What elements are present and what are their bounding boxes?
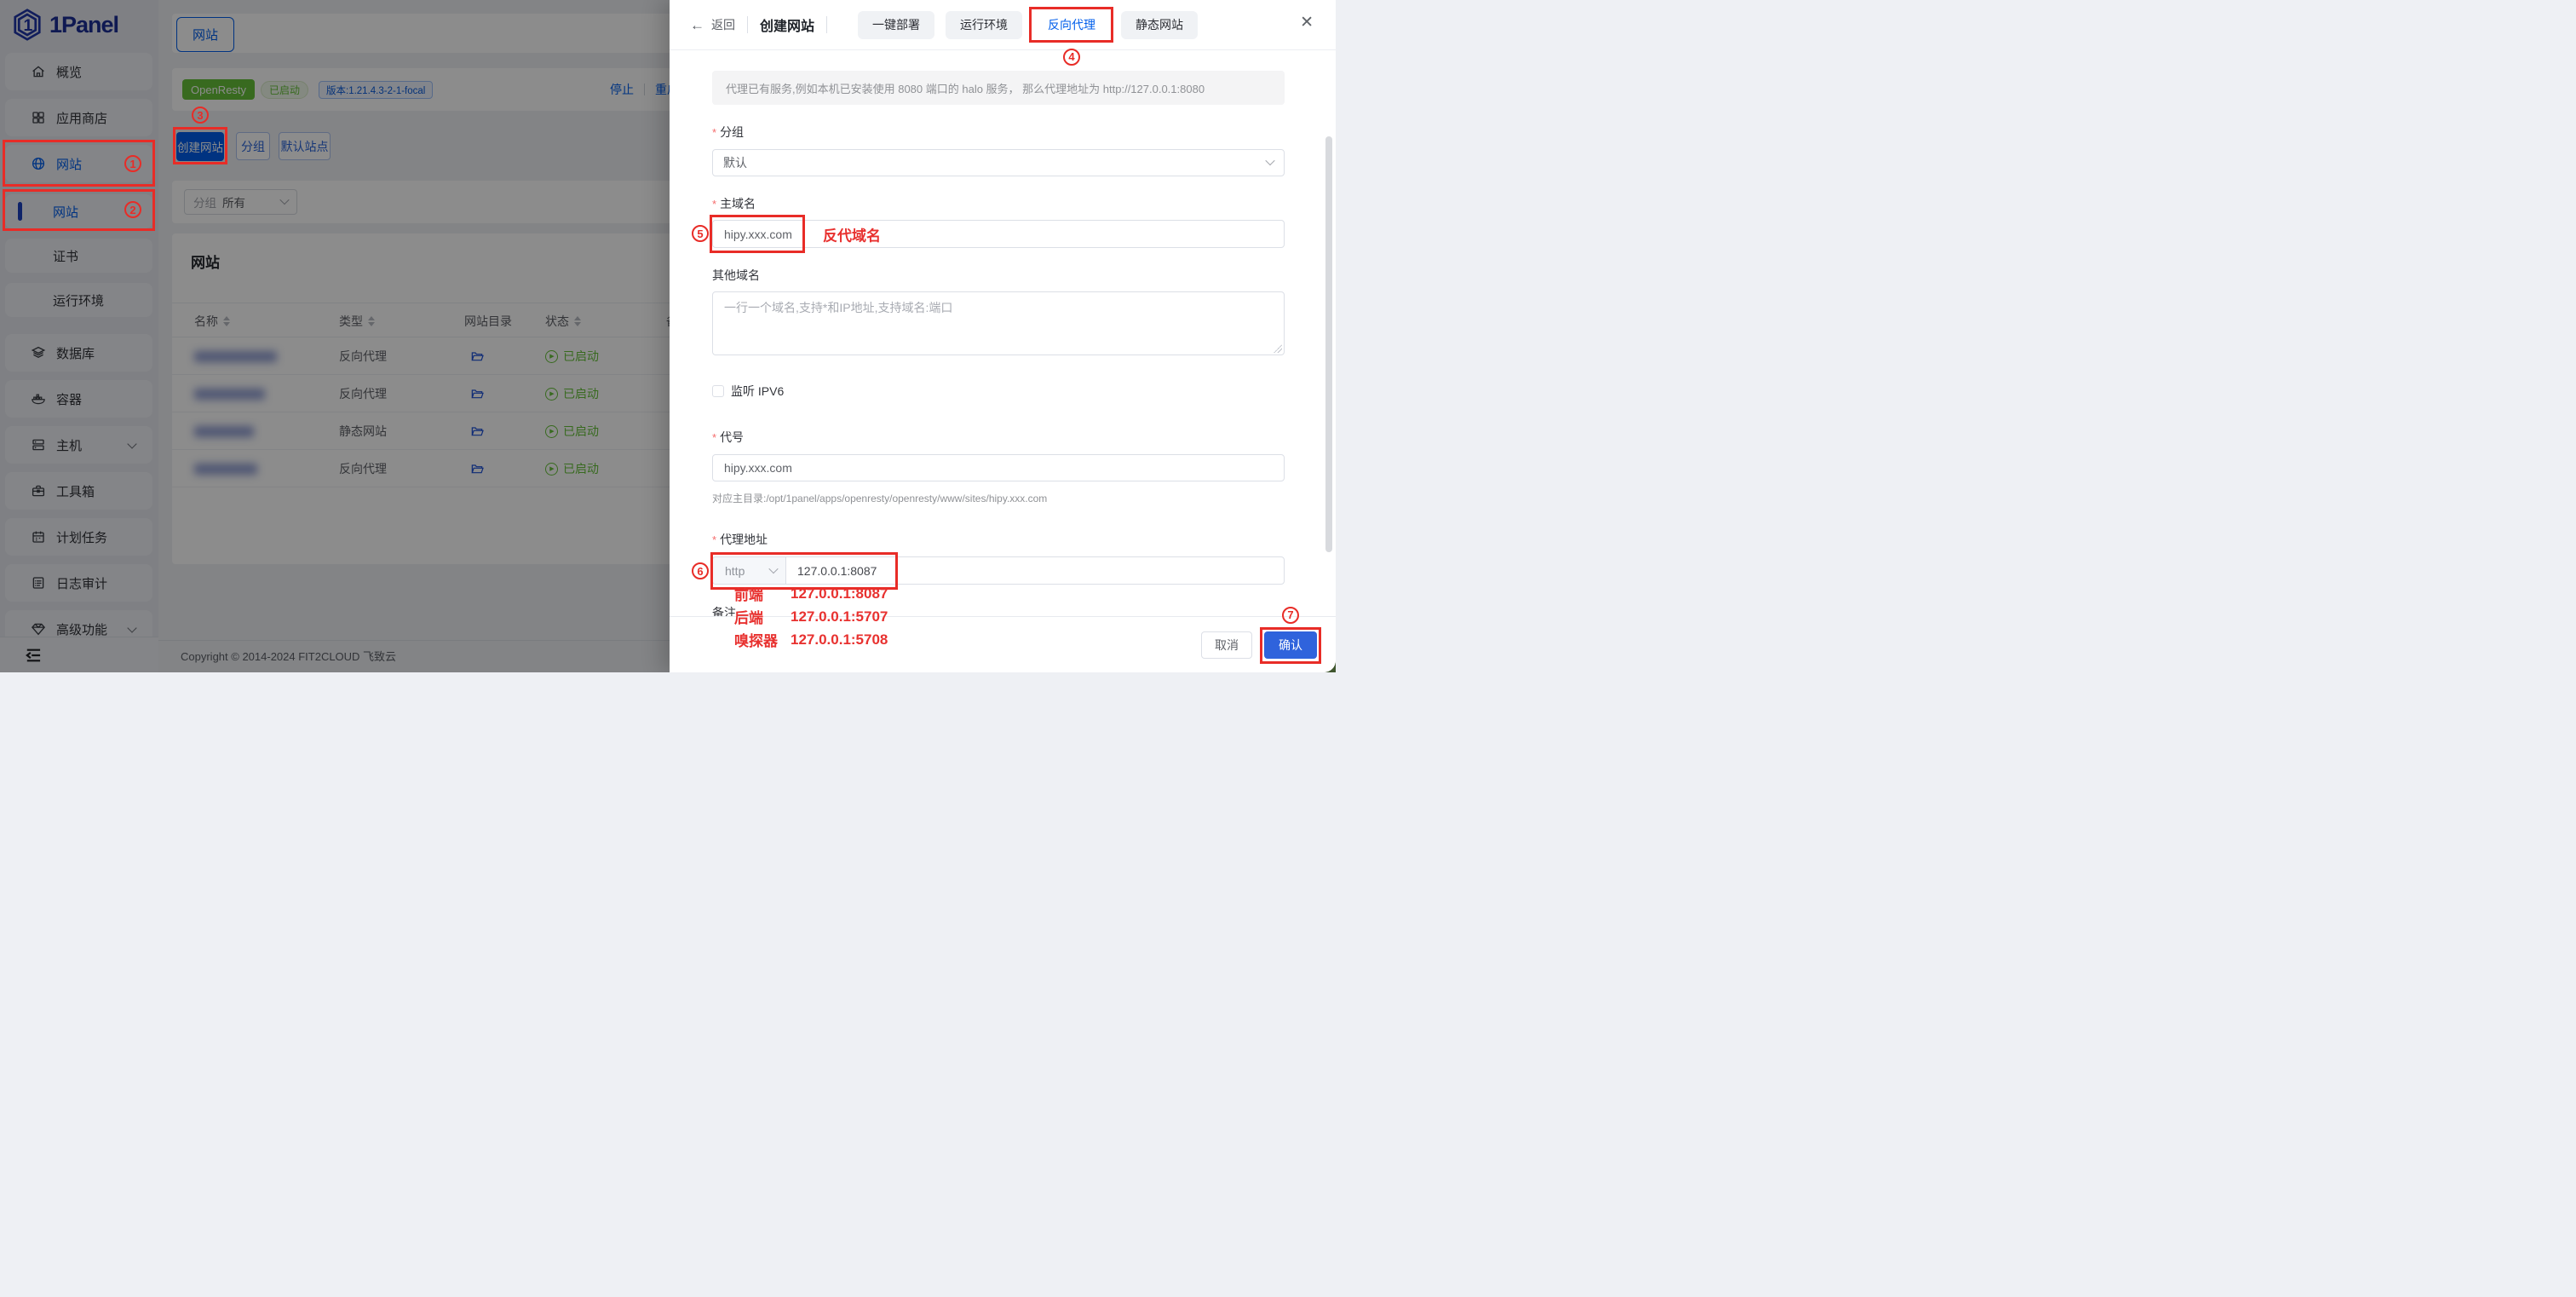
- annotation-box-7: [1260, 627, 1321, 664]
- back-label: 返回: [711, 16, 735, 33]
- protocol-select[interactable]: http: [713, 557, 786, 584]
- drawer-scrollbar[interactable]: [1325, 136, 1332, 552]
- protocol-value: http: [725, 564, 745, 578]
- group-label: 分组: [720, 124, 744, 141]
- primary-domain-input[interactable]: [712, 220, 1285, 248]
- group-select[interactable]: 默认: [712, 149, 1285, 176]
- close-icon[interactable]: ✕: [1300, 14, 1314, 31]
- other-domains-textarea[interactable]: [712, 291, 1285, 355]
- cancel-button[interactable]: 取消: [1201, 631, 1252, 659]
- screen: 1 1Panel 概览 应用商店 网站 网站 证书 运行环境: [0, 0, 1336, 672]
- tab-runtime[interactable]: 运行环境: [946, 11, 1022, 39]
- required-marker: *: [712, 198, 716, 210]
- proxy-address-label: 代理地址: [720, 531, 768, 548]
- annotation-badge-6: 6: [692, 562, 709, 579]
- chevron-down-icon: [768, 563, 778, 573]
- ipv6-label: 监听 IPV6: [731, 383, 784, 400]
- resize-handle[interactable]: [1274, 344, 1282, 353]
- required-marker: *: [712, 126, 716, 139]
- annotation-domain-note: 反代域名: [823, 223, 881, 245]
- drawer-header: ← 返回 创建网站 一键部署 运行环境 反向代理 4 静态网站 ✕: [670, 0, 1336, 50]
- tab-one-click-deploy[interactable]: 一键部署: [858, 11, 934, 39]
- primary-domain-wrap: 5 反代域名: [712, 220, 1285, 248]
- divider: [747, 16, 748, 33]
- annotation-remark-lines: 前端127.0.0.1:8087 后端127.0.0.1:5707 嗅探器127…: [734, 582, 888, 651]
- back-button[interactable]: ← 返回: [690, 16, 735, 33]
- alias-input[interactable]: [712, 454, 1285, 481]
- back-arrow-icon: ←: [690, 18, 704, 32]
- divider: [826, 16, 827, 33]
- drawer-tabs: 一键部署 运行环境 反向代理 4 静态网站: [858, 11, 1198, 39]
- proxy-tip: 代理已有服务,例如本机已安装使用 8080 端口的 halo 服务， 那么代理地…: [712, 71, 1285, 105]
- create-website-drawer: ← 返回 创建网站 一键部署 运行环境 反向代理 4 静态网站 ✕ 代理已有服务…: [670, 0, 1336, 672]
- required-marker: *: [712, 431, 716, 444]
- confirm-button-wrap: 确认 7: [1264, 631, 1317, 659]
- drawer-body: 代理已有服务,例如本机已安装使用 8080 端口的 halo 服务， 那么代理地…: [670, 50, 1336, 616]
- proxy-address-input[interactable]: 127.0.0.1:8087: [786, 557, 877, 584]
- annotation-badge-7: 7: [1282, 607, 1299, 624]
- tab-static-site[interactable]: 静态网站: [1121, 11, 1198, 39]
- annotation-badge-5: 5: [692, 225, 709, 242]
- remark-label: 备注: [712, 604, 736, 617]
- alias-label: 代号: [720, 429, 744, 446]
- annotation-box-4: [1029, 7, 1113, 43]
- proxy-address-wrap: http 127.0.0.1:8087 6: [712, 556, 1285, 585]
- primary-domain-label: 主域名: [720, 195, 756, 212]
- group-value: 默认: [723, 154, 747, 171]
- ipv6-checkbox[interactable]: [712, 385, 724, 397]
- drawer-title: 创建网站: [760, 14, 814, 35]
- alias-helper: 对应主目录:/opt/1panel/apps/openresty/openres…: [712, 491, 1285, 505]
- required-marker: *: [712, 533, 716, 546]
- tab-reverse-proxy[interactable]: 反向代理 4: [1033, 11, 1110, 39]
- chevron-down-icon: [1265, 155, 1274, 164]
- other-domains-wrap: [712, 291, 1285, 355]
- alias-wrap: [712, 454, 1285, 481]
- other-domains-label: 其他域名: [712, 267, 760, 284]
